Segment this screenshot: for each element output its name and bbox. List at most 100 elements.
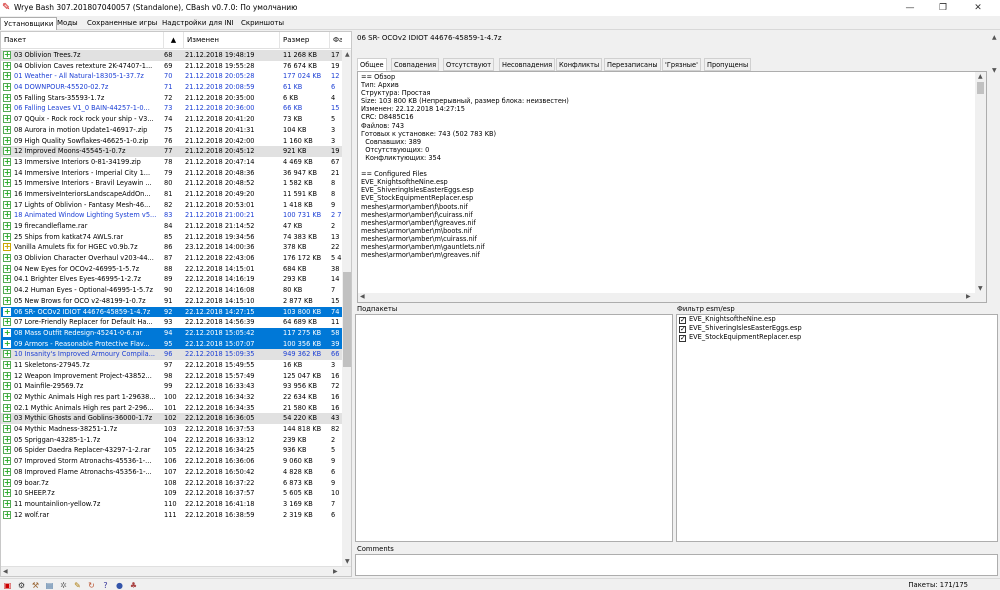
tab-matches[interactable]: Совпадения: [391, 58, 440, 71]
tab-overwritten[interactable]: Перезаписаны: [604, 58, 661, 71]
package-row[interactable]: +25 Ships from katkat74 AWLS.rar 85 21.12.…: [1, 232, 342, 243]
help-circle-icon[interactable]: ●: [115, 581, 124, 590]
column-package[interactable]: Пакет: [1, 32, 164, 49]
package-row[interactable]: +07 Lore-Friendly Replacer for Default H…: [1, 317, 342, 328]
package-status-installed-icon[interactable]: +: [3, 179, 11, 188]
wrye-bash-icon[interactable]: ▣: [3, 581, 12, 590]
esm-filter-list[interactable]: ✓ EVE_KnightsoftheNine.esp ✓ EVE_Shivering…: [676, 314, 998, 542]
package-row[interactable]: +19 firecandleflame.rar 84 21.12.2018 21:1…: [1, 221, 342, 232]
package-row[interactable]: +01 Mainfile-29569.7z 99 22.12.2018 16:33:…: [1, 381, 342, 392]
name-scrollbar[interactable]: ▲ ▼: [990, 31, 1000, 79]
esm-item[interactable]: ✓ EVE_KnightsoftheNine.esp: [677, 315, 997, 324]
sort-arrow-icon[interactable]: ▲: [164, 32, 184, 49]
scroll-down-icon[interactable]: ▼: [978, 285, 983, 292]
package-row[interactable]: +10 SHEEP.7z 109 22.12.2018 16:37:57 5 605 …: [1, 488, 342, 499]
package-row[interactable]: +08 Aurora in motion Update1-46917-.zip 7…: [1, 125, 342, 136]
maximize-button[interactable]: ❐: [928, 0, 958, 16]
package-row[interactable]: +12 wolf.rar 111 22.12.2018 16:38:59 2 319 …: [1, 510, 342, 521]
package-row[interactable]: +11 Skeletons-27945.7z 97 22.12.2018 15:49…: [1, 360, 342, 371]
package-status-installed-icon[interactable]: +: [3, 147, 11, 156]
tab-conflicts[interactable]: Конфликты: [556, 58, 603, 71]
package-status-installed-icon[interactable]: +: [3, 478, 11, 487]
package-row[interactable]: +04 New Eyes for OCOv2-46995-1-5.7z 88 22.…: [1, 264, 342, 275]
package-row[interactable]: +02.1 Mythic Animals High res part 2-296…: [1, 403, 342, 414]
package-status-installed-icon[interactable]: +: [3, 510, 11, 519]
package-row[interactable]: +09 boar.7z 108 22.12.2018 16:37:22 6 873 K…: [1, 478, 342, 489]
checkbox-checked-icon[interactable]: ✓: [679, 335, 686, 342]
package-status-installed-icon[interactable]: +: [3, 307, 11, 316]
column-size[interactable]: Размер: [280, 32, 330, 49]
package-row[interactable]: +03 Oblivion Character Overhaul v203-44.…: [1, 253, 342, 264]
package-row[interactable]: +04.1 Brighter Elves Eyes-46995-1-2.7z 89…: [1, 274, 342, 285]
package-status-installed-icon[interactable]: +: [3, 61, 11, 70]
package-status-installed-icon[interactable]: +: [3, 83, 11, 92]
package-status-installed-icon[interactable]: +: [3, 104, 11, 113]
help-icon[interactable]: ?: [101, 581, 110, 590]
edit-icon[interactable]: ✎: [73, 581, 82, 590]
scroll-right-icon[interactable]: ▶: [966, 293, 971, 300]
tab-mods[interactable]: Моды: [54, 17, 81, 30]
tab-dirty[interactable]: 'Грязные': [662, 58, 701, 71]
scroll-down-icon[interactable]: ▼: [992, 67, 997, 74]
package-row[interactable]: +04 Mythic Madness-38251-1.7z 103 22.12.20…: [1, 424, 342, 435]
package-status-installed-icon[interactable]: +: [3, 489, 11, 498]
package-row[interactable]: +05 Spriggan-43285-1-1.7z 104 22.12.2018 1…: [1, 435, 342, 446]
package-status-installed-icon[interactable]: +: [3, 275, 11, 284]
tab-ini-tweaks[interactable]: Надстройки для INI: [159, 17, 237, 30]
package-status-installed-icon[interactable]: +: [3, 425, 11, 434]
package-status-installed-icon[interactable]: +: [3, 457, 11, 466]
package-status-installed-icon[interactable]: +: [3, 339, 11, 348]
package-row[interactable]: +09 High Quality Sowflakes-46625-1-0.zip…: [1, 136, 342, 147]
column-flags[interactable]: Фа: [330, 32, 342, 49]
package-row[interactable]: +09 Armors - Reasonable Protective Flav.…: [1, 338, 342, 350]
package-row[interactable]: +04 DOWNPOUR-45520-02.7z 71 21.12.2018 20:…: [1, 82, 342, 93]
package-status-installed-icon[interactable]: +: [3, 115, 11, 124]
package-row[interactable]: +08 Improved Flame Atronachs-45356-1-...…: [1, 467, 342, 478]
package-row[interactable]: +01 Weather - All Natural-18305-1-37.7z 7…: [1, 71, 342, 82]
package-row[interactable]: +06 Falling Leaves V1_0 BAIN-44257-1-0..…: [1, 103, 342, 114]
package-status-installed-icon[interactable]: +: [3, 435, 11, 444]
package-row[interactable]: +13 Immersive Interiors 0-81-34199.zip 78…: [1, 157, 342, 168]
scroll-up-icon[interactable]: ▲: [345, 51, 350, 58]
package-status-installed-icon[interactable]: +: [3, 467, 11, 476]
package-row[interactable]: +17 Lights of Oblivion - Fantasy Mesh-46…: [1, 200, 342, 211]
package-status-installed-icon[interactable]: +: [3, 403, 11, 412]
package-row[interactable]: +15 Immersive Interiors - Bravil Leyawin…: [1, 178, 342, 189]
package-status-installed-icon[interactable]: +: [3, 93, 11, 102]
package-status-installed-icon[interactable]: +: [3, 222, 11, 230]
list-vertical-scrollbar[interactable]: ▲ ▼: [342, 50, 351, 566]
package-status-installed-icon[interactable]: +: [3, 51, 11, 59]
package-row[interactable]: +14 Immersive Interiors - Imperial City …: [1, 168, 342, 179]
package-row[interactable]: +07 Improved Storm Atronachs-45536-1-...…: [1, 456, 342, 467]
package-status-installed-icon[interactable]: +: [3, 446, 11, 455]
package-row[interactable]: +12 Improved Moons-45545-1-0.7z 77 21.12.2…: [1, 146, 342, 157]
general-info-box[interactable]: == Обзор Тип: Архив Структура: Простая S…: [357, 71, 987, 303]
package-status-installed-icon[interactable]: +: [3, 393, 11, 401]
scroll-up-icon[interactable]: ▲: [992, 34, 997, 41]
close-button[interactable]: ✕: [963, 0, 993, 16]
package-row[interactable]: +11 mountainlion-yellow.7z 110 22.12.2018 …: [1, 499, 342, 510]
package-status-installed-icon[interactable]: +: [3, 136, 11, 145]
refresh-icon[interactable]: ↻: [87, 581, 96, 590]
package-status-installed-icon[interactable]: +: [3, 499, 11, 508]
info-vertical-scrollbar[interactable]: ▲ ▼: [975, 72, 986, 302]
package-status-installed-icon[interactable]: +: [3, 371, 11, 380]
tab-skipped[interactable]: Пропущены: [704, 58, 752, 71]
info-horizontal-scrollbar[interactable]: ◀ ▶: [358, 293, 976, 302]
package-status-installed-icon[interactable]: +: [3, 211, 11, 220]
scroll-left-icon[interactable]: ◀: [3, 568, 8, 575]
scroll-up-icon[interactable]: ▲: [978, 73, 983, 80]
scroll-right-icon[interactable]: ▶: [333, 568, 338, 575]
package-row[interactable]: + Vanilla Amulets fix for HGEC v0.9b.7z 86…: [1, 242, 342, 253]
package-row[interactable]: +16 ImmersiveInteriorsLandscapeAddOn... 8…: [1, 189, 342, 200]
launcher-icon[interactable]: ▤: [45, 581, 54, 590]
package-status-installed-icon[interactable]: +: [3, 286, 11, 295]
tab-missing[interactable]: Отсутствуют: [443, 58, 495, 71]
tools-icon[interactable]: ⚒: [31, 581, 40, 590]
package-row[interactable]: +05 New Brows for OCO v2-48199-1-0.7z 91 2…: [1, 296, 342, 307]
package-status-installed-icon[interactable]: +: [3, 72, 11, 81]
package-row[interactable]: +05 Falling Stars-35593-1.7z 72 21.12.2018…: [1, 93, 342, 104]
package-status-installed-icon[interactable]: +: [3, 200, 11, 209]
package-row[interactable]: +06 Spider Daedra Replacer-43297-1-2.rar…: [1, 445, 342, 456]
package-row[interactable]: +04 Oblivion Caves retexture 2K-47407-1.…: [1, 61, 342, 72]
